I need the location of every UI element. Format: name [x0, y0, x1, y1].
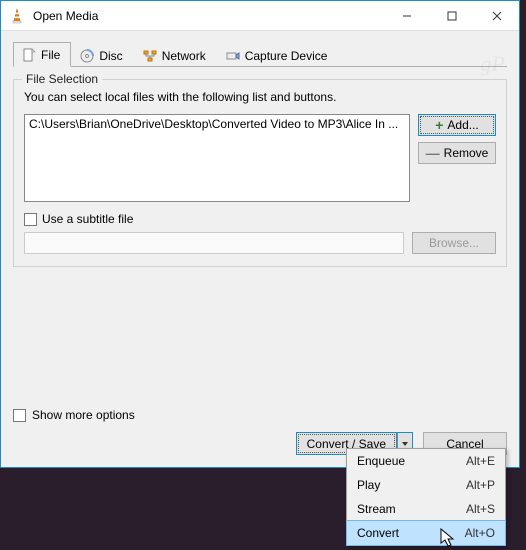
add-button[interactable]: + Add...	[418, 114, 496, 136]
browse-label: Browse...	[429, 236, 479, 250]
disc-icon	[80, 49, 94, 63]
file-selection-legend: File Selection	[22, 72, 102, 86]
subtitle-path-input	[24, 232, 404, 254]
minimize-button[interactable]	[384, 1, 429, 31]
show-more-checkbox[interactable]	[13, 409, 26, 422]
browse-subtitle-button: Browse...	[412, 232, 496, 254]
file-selection-group: File Selection You can select local file…	[13, 79, 507, 267]
maximize-button[interactable]	[429, 1, 474, 31]
file-icon	[22, 48, 36, 62]
remove-label: Remove	[444, 146, 489, 160]
file-list-item[interactable]: C:\Users\Brian\OneDrive\Desktop\Converte…	[29, 117, 398, 131]
menu-shortcut: Alt+O	[465, 526, 495, 540]
tab-label: File	[41, 48, 60, 62]
subtitle-checkbox-label: Use a subtitle file	[42, 212, 133, 226]
file-list[interactable]: C:\Users\Brian\OneDrive\Desktop\Converte…	[24, 114, 410, 202]
menu-shortcut: Alt+P	[466, 478, 495, 492]
tab-label: Disc	[99, 49, 122, 63]
tab-disc[interactable]: Disc	[71, 42, 133, 67]
menu-label: Play	[357, 478, 466, 492]
network-icon	[143, 49, 157, 63]
chevron-down-icon	[401, 440, 409, 448]
tab-capture[interactable]: Capture Device	[217, 42, 339, 67]
menu-item-play[interactable]: Play Alt+P	[347, 473, 505, 497]
menu-label: Enqueue	[357, 454, 466, 468]
menu-shortcut: Alt+E	[466, 454, 495, 468]
close-button[interactable]	[474, 1, 519, 31]
tabstrip: File Disc Network Capture Device	[13, 41, 507, 67]
open-media-dialog: Open Media File Disc Network Capture Dev	[0, 0, 520, 468]
add-label: Add...	[447, 118, 478, 132]
tab-file[interactable]: File	[13, 42, 71, 67]
tab-network[interactable]: Network	[134, 42, 217, 67]
menu-item-convert[interactable]: Convert Alt+O	[346, 520, 506, 546]
window-title: Open Media	[33, 9, 384, 23]
file-selection-hint: You can select local files with the foll…	[24, 90, 496, 104]
convert-save-menu: Enqueue Alt+E Play Alt+P Stream Alt+S Co…	[346, 448, 506, 546]
remove-button[interactable]: — Remove	[418, 142, 496, 164]
tab-label: Capture Device	[245, 49, 328, 63]
plus-icon: +	[435, 118, 443, 132]
menu-item-stream[interactable]: Stream Alt+S	[347, 497, 505, 521]
titlebar: Open Media	[1, 1, 519, 31]
minus-icon: —	[426, 146, 440, 160]
menu-shortcut: Alt+S	[466, 502, 495, 516]
menu-label: Stream	[357, 502, 466, 516]
menu-item-enqueue[interactable]: Enqueue Alt+E	[347, 449, 505, 473]
mouse-cursor-icon	[440, 528, 458, 550]
vlc-cone-icon	[9, 8, 25, 24]
tab-label: Network	[162, 49, 206, 63]
subtitle-checkbox[interactable]	[24, 213, 37, 226]
show-more-label: Show more options	[32, 408, 135, 422]
capture-icon	[226, 49, 240, 63]
